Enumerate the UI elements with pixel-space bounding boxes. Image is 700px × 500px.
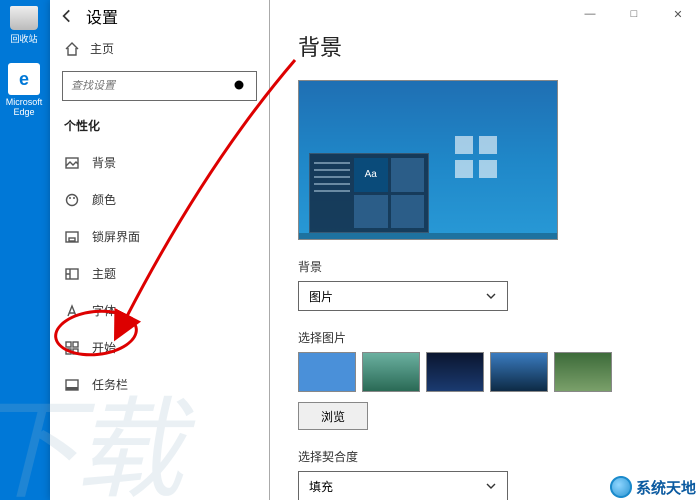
back-button[interactable] — [58, 7, 76, 25]
sidebar-item-label: 主题 — [92, 265, 116, 282]
sidebar-item-label: 颜色 — [92, 191, 116, 208]
search-input[interactable] — [71, 80, 232, 92]
sidebar: 设置 主页 个性化 背景 颜色 — [50, 0, 270, 500]
chevron-down-icon — [485, 290, 497, 302]
maximize-button[interactable]: □ — [612, 0, 656, 28]
sidebar-item-start[interactable]: 开始 — [50, 329, 269, 366]
lock-screen-icon — [64, 229, 80, 245]
thumbnail-4[interactable] — [490, 352, 548, 392]
window-controls: — □ ✕ — [568, 0, 700, 28]
main-content: 背景 Aa 背景 图片 选择图片 浏览 选择契合度 填充 — [270, 0, 700, 500]
sidebar-nav: 背景 颜色 锁屏界面 主题 字体 开始 — [50, 144, 269, 403]
background-select[interactable]: 图片 — [298, 281, 508, 311]
sidebar-item-label: 字体 — [92, 302, 116, 319]
picture-thumbnails — [298, 352, 672, 392]
windows-logo-icon — [455, 136, 497, 178]
settings-window: 设置 主页 个性化 背景 颜色 — [50, 0, 700, 500]
home-icon — [64, 41, 80, 57]
watermark: 系统天地 — [610, 476, 696, 498]
chevron-down-icon — [485, 480, 497, 492]
edge-icon[interactable]: e Microsoft Edge — [0, 63, 48, 117]
sidebar-item-background[interactable]: 背景 — [50, 144, 269, 181]
preview-startmenu: Aa — [309, 153, 429, 233]
preview-taskbar — [299, 233, 557, 239]
choose-picture-label: 选择图片 — [298, 329, 672, 346]
thumbnail-1[interactable] — [298, 352, 356, 392]
search-input-wrap[interactable] — [62, 71, 257, 101]
background-preview: Aa — [298, 80, 558, 240]
fit-select-value: 填充 — [309, 478, 333, 495]
themes-icon — [64, 266, 80, 282]
watermark-icon — [610, 476, 632, 498]
page-title: 背景 — [298, 30, 672, 62]
close-button[interactable]: ✕ — [656, 0, 700, 28]
window-title: 设置 — [86, 4, 118, 28]
minimize-button[interactable]: — — [568, 0, 612, 28]
edge-label: Microsoft Edge — [0, 97, 48, 117]
fonts-icon — [64, 303, 80, 319]
thumbnail-2[interactable] — [362, 352, 420, 392]
sidebar-item-label: 任务栏 — [92, 376, 128, 393]
background-label: 背景 — [298, 258, 672, 275]
thumbnail-5[interactable] — [554, 352, 612, 392]
sidebar-item-label: 开始 — [92, 339, 116, 356]
recycle-bin-icon[interactable]: 回收站 — [0, 6, 48, 45]
search-icon — [232, 78, 248, 94]
sidebar-item-lockscreen[interactable]: 锁屏界面 — [50, 218, 269, 255]
search-row — [50, 65, 269, 111]
browse-button[interactable]: 浏览 — [298, 402, 368, 430]
taskbar-icon — [64, 377, 80, 393]
titlebar: 设置 — [50, 0, 269, 32]
picture-icon — [64, 155, 80, 171]
sidebar-section-header: 个性化 — [50, 111, 269, 144]
sidebar-home-label: 主页 — [90, 40, 114, 57]
sidebar-item-label: 锁屏界面 — [92, 228, 140, 245]
sidebar-item-label: 背景 — [92, 154, 116, 171]
sidebar-home[interactable]: 主页 — [50, 32, 269, 65]
thumbnail-3[interactable] — [426, 352, 484, 392]
sidebar-item-taskbar[interactable]: 任务栏 — [50, 366, 269, 403]
recycle-bin-label: 回收站 — [0, 32, 48, 45]
fit-label: 选择契合度 — [298, 448, 672, 465]
watermark-text: 系统天地 — [636, 477, 696, 498]
sidebar-item-fonts[interactable]: 字体 — [50, 292, 269, 329]
sidebar-item-colors[interactable]: 颜色 — [50, 181, 269, 218]
sidebar-item-themes[interactable]: 主题 — [50, 255, 269, 292]
palette-icon — [64, 192, 80, 208]
desktop: 回收站 e Microsoft Edge — [0, 0, 50, 500]
fit-select[interactable]: 填充 — [298, 471, 508, 500]
start-icon — [64, 340, 80, 356]
background-select-value: 图片 — [309, 288, 333, 305]
